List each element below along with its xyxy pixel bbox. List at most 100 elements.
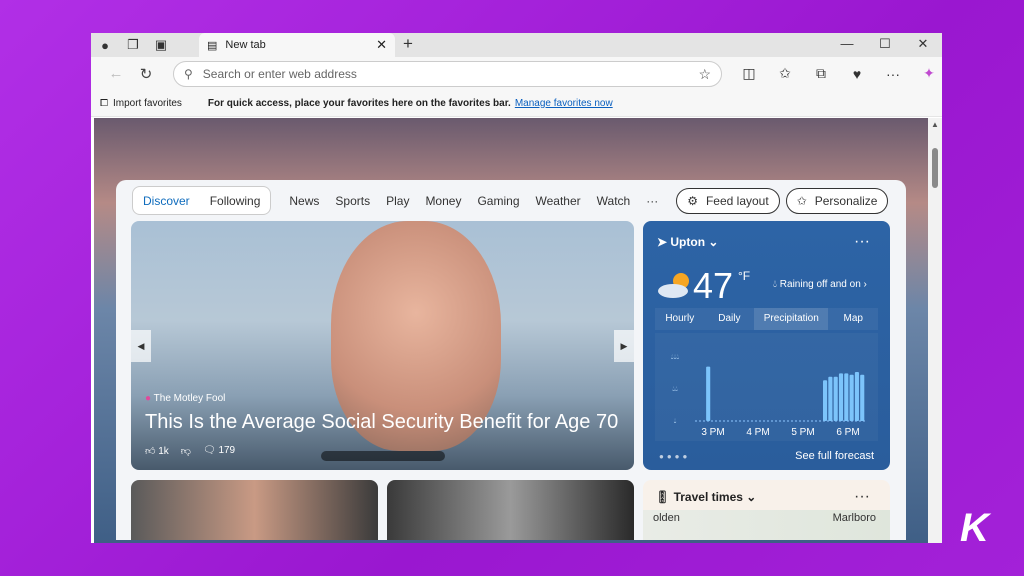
article-title[interactable]: This Is the Average Social Security Bene…	[145, 411, 618, 434]
import-favorites[interactable]: Import favorites	[113, 98, 182, 109]
tab-title: New tab	[225, 39, 266, 51]
feed-nav: Discover Following News Sports Play Money…	[132, 186, 890, 215]
favorites-bar: ⧠ Import favorites For quick access, plac…	[91, 90, 942, 117]
precipitation-chart: 💧︎💧︎💧︎💧︎💧︎💧︎3 PM 4 PM 5 PM 6 PM	[655, 333, 878, 441]
tab-money[interactable]: Money	[417, 194, 469, 208]
tab-bar: ● ❐ ▣ ▤ New tab ✕ + — ☐ ✕	[91, 33, 942, 57]
profile-icon[interactable]: ●	[91, 33, 119, 57]
article-source: ● The Motley Fool	[145, 393, 226, 404]
travel-title[interactable]: 🚦︎ Travel times ⌄	[655, 490, 756, 504]
personalize-button[interactable]: ✩ Personalize	[785, 187, 889, 214]
address-placeholder: Search or enter web address	[202, 67, 357, 81]
sliders-icon: ⚙	[687, 193, 698, 208]
see-full-forecast-link[interactable]: See full forecast	[795, 450, 874, 462]
condition-link[interactable]: 💧︎ Raining off and on ›	[773, 279, 867, 290]
vertical-tabs-icon[interactable]: ▣	[147, 33, 175, 57]
condition-text: Raining off and on	[779, 279, 861, 290]
scroll-up-arrow[interactable]: ▲	[931, 120, 939, 129]
hero-article[interactable]: ◀ ▶ ● The Motley Fool This Is the Averag…	[131, 221, 634, 470]
x-tick-label: 3 PM	[701, 427, 724, 438]
maximize-button[interactable]: ☐	[866, 33, 904, 55]
weather-widget: ➤ Upton ⌄ ··· 47 °F 💧︎ Raining off and o…	[643, 221, 890, 470]
y-level-label: 💧︎💧︎	[672, 386, 678, 393]
map-label: Marlboro	[832, 512, 876, 524]
source-name: The Motley Fool	[153, 393, 226, 404]
search-icon: ⚲	[184, 67, 193, 81]
traffic-light-icon: 🚦︎	[655, 490, 671, 504]
refresh-button[interactable]: ↻	[131, 65, 161, 83]
precip-bar	[849, 374, 854, 421]
comments-button[interactable]: 🗨︎ 179	[203, 445, 235, 457]
favorites-icon[interactable]: ✩	[767, 65, 803, 82]
manage-favorites-link[interactable]: Manage favorites now	[515, 98, 613, 109]
map-label: olden	[653, 512, 680, 524]
partly-cloudy-icon	[658, 273, 689, 298]
tab-news[interactable]: News	[281, 194, 327, 208]
browser-window: ● ❐ ▣ ▤ New tab ✕ + — ☐ ✕ ← ↻ ⚲ Search or ent…	[91, 33, 942, 543]
sparkle-star-icon: ✩	[796, 193, 807, 208]
feed-card: Discover Following News Sports Play Money…	[116, 180, 906, 540]
tab-weather[interactable]: Weather	[528, 194, 589, 208]
favorites-hint: For quick access, place your favorites h…	[207, 97, 511, 109]
address-bar: ← ↻ ⚲ Search or enter web address ☆ ◫ ✩ ⧉ ♥ ··…	[91, 57, 942, 90]
weather-tab-map[interactable]: Map	[828, 308, 878, 330]
workspaces-icon[interactable]: ❐	[119, 33, 147, 57]
y-level-label: 💧︎💧︎💧︎	[671, 354, 680, 361]
tab-discover[interactable]: Discover	[133, 194, 200, 208]
x-tick-label: 6 PM	[836, 427, 859, 438]
more-menu-icon[interactable]: ···	[875, 66, 911, 82]
feed-layout-label: Feed layout	[705, 193, 769, 208]
tab-play[interactable]: Play	[378, 194, 417, 208]
precip-bar	[706, 366, 711, 421]
precip-bar	[854, 372, 859, 421]
dislike-button[interactable]: 👎︎	[181, 445, 191, 457]
collections-icon[interactable]: ⧉	[803, 65, 839, 82]
minimize-button[interactable]: —	[828, 33, 866, 55]
scrollbar[interactable]: ▲	[928, 118, 942, 543]
weather-tab-daily[interactable]: Daily	[705, 308, 755, 330]
precip-bar	[860, 374, 865, 421]
widget-pager[interactable]: ●●●●	[659, 452, 690, 461]
tab-following[interactable]: Following	[200, 194, 271, 208]
y-level-label: 💧︎	[674, 418, 677, 425]
weather-tab-hourly[interactable]: Hourly	[655, 308, 705, 330]
traffic-map[interactable]: olden Marlboro	[643, 510, 890, 540]
travel-more-button[interactable]: ···	[854, 488, 870, 506]
new-tab-page: Discover Following News Sports Play Money…	[94, 118, 928, 543]
tab-gaming[interactable]: Gaming	[469, 194, 527, 208]
carousel-dots[interactable]	[321, 451, 445, 461]
close-window-button[interactable]: ✕	[904, 33, 942, 55]
copilot-icon[interactable]: ✦	[911, 65, 942, 82]
weather-more-button[interactable]: ···	[854, 233, 870, 251]
tab-watch[interactable]: Watch	[589, 194, 639, 208]
x-tick-label: 5 PM	[791, 427, 814, 438]
personalize-label: Personalize	[814, 193, 878, 208]
precip-bar	[833, 376, 838, 421]
like-count: 1k	[158, 446, 169, 457]
like-button[interactable]: 👍︎ 1k	[145, 445, 169, 457]
news-card[interactable]	[387, 480, 634, 540]
more-tabs-button[interactable]: ···	[638, 194, 666, 208]
precip-bar	[844, 373, 849, 421]
new-tab-button[interactable]: +	[403, 34, 413, 54]
watermark-logo: K	[960, 506, 989, 550]
scrollbar-thumb[interactable]	[932, 148, 938, 188]
close-tab-icon[interactable]: ✕	[376, 37, 387, 53]
split-screen-icon[interactable]: ◫	[731, 65, 767, 82]
favorite-star-icon[interactable]: ☆	[698, 66, 711, 83]
travel-times-widget: 🚦︎ Travel times ⌄ ··· olden Marlboro	[643, 480, 890, 540]
carousel-prev-button[interactable]: ◀	[131, 330, 151, 362]
browser-essentials-icon[interactable]: ♥	[839, 66, 875, 82]
import-favorites-icon[interactable]: ⧠	[100, 98, 108, 109]
tab-new-tab[interactable]: ▤ New tab ✕	[199, 33, 395, 57]
address-input[interactable]: ⚲ Search or enter web address ☆	[173, 61, 722, 87]
back-button[interactable]: ←	[101, 65, 131, 82]
location-selector[interactable]: ➤ Upton ⌄	[657, 235, 718, 249]
news-card[interactable]	[131, 480, 378, 540]
carousel-next-button[interactable]: ▶	[614, 330, 634, 362]
temperature: 47	[693, 265, 734, 306]
weather-tab-precipitation[interactable]: Precipitation	[754, 308, 829, 330]
tab-sports[interactable]: Sports	[327, 194, 378, 208]
feed-layout-button[interactable]: ⚙ Feed layout	[676, 187, 780, 214]
precip-bar	[828, 376, 833, 421]
